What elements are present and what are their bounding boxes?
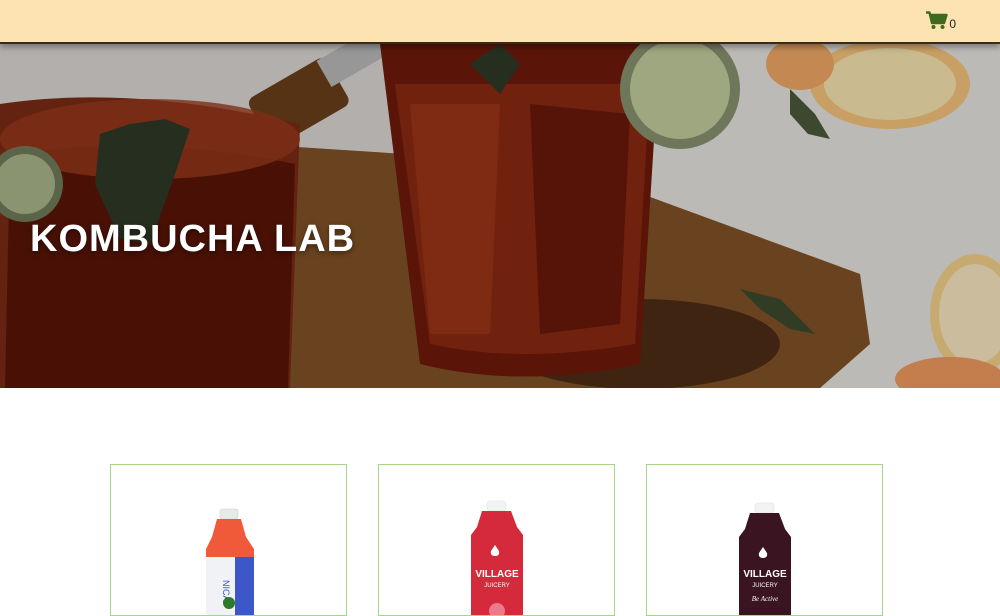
product-card[interactable]: VILLAGE JUICERY [378, 464, 615, 616]
hero-image [0, 44, 1000, 388]
svg-text:JUICERY: JUICERY [484, 583, 510, 589]
svg-text:VILLAGE: VILLAGE [475, 569, 519, 580]
svg-text:VILLAGE: VILLAGE [743, 569, 787, 580]
product-grid: NICA VILLAGE JUICERY VILLAGE JUICERY Be … [0, 388, 1000, 616]
product-image: VILLAGE JUICERY Be Active [739, 502, 791, 615]
product-image: VILLAGE JUICERY [471, 500, 523, 615]
product-card[interactable]: NICA [110, 464, 347, 616]
product-card[interactable]: VILLAGE JUICERY Be Active [646, 464, 883, 616]
cart-button[interactable]: 0 [926, 11, 956, 30]
hero-title: KOMBUCHA LAB [30, 218, 356, 260]
cart-count: 0 [949, 17, 956, 31]
hero-banner: KOMBUCHA LAB [0, 44, 1000, 388]
svg-text:Be Active: Be Active [752, 595, 779, 603]
svg-text:JUICERY: JUICERY [752, 583, 778, 589]
top-navbar: 0 [0, 0, 1000, 44]
product-image: NICA [206, 508, 254, 615]
shopping-cart-icon [926, 11, 949, 30]
